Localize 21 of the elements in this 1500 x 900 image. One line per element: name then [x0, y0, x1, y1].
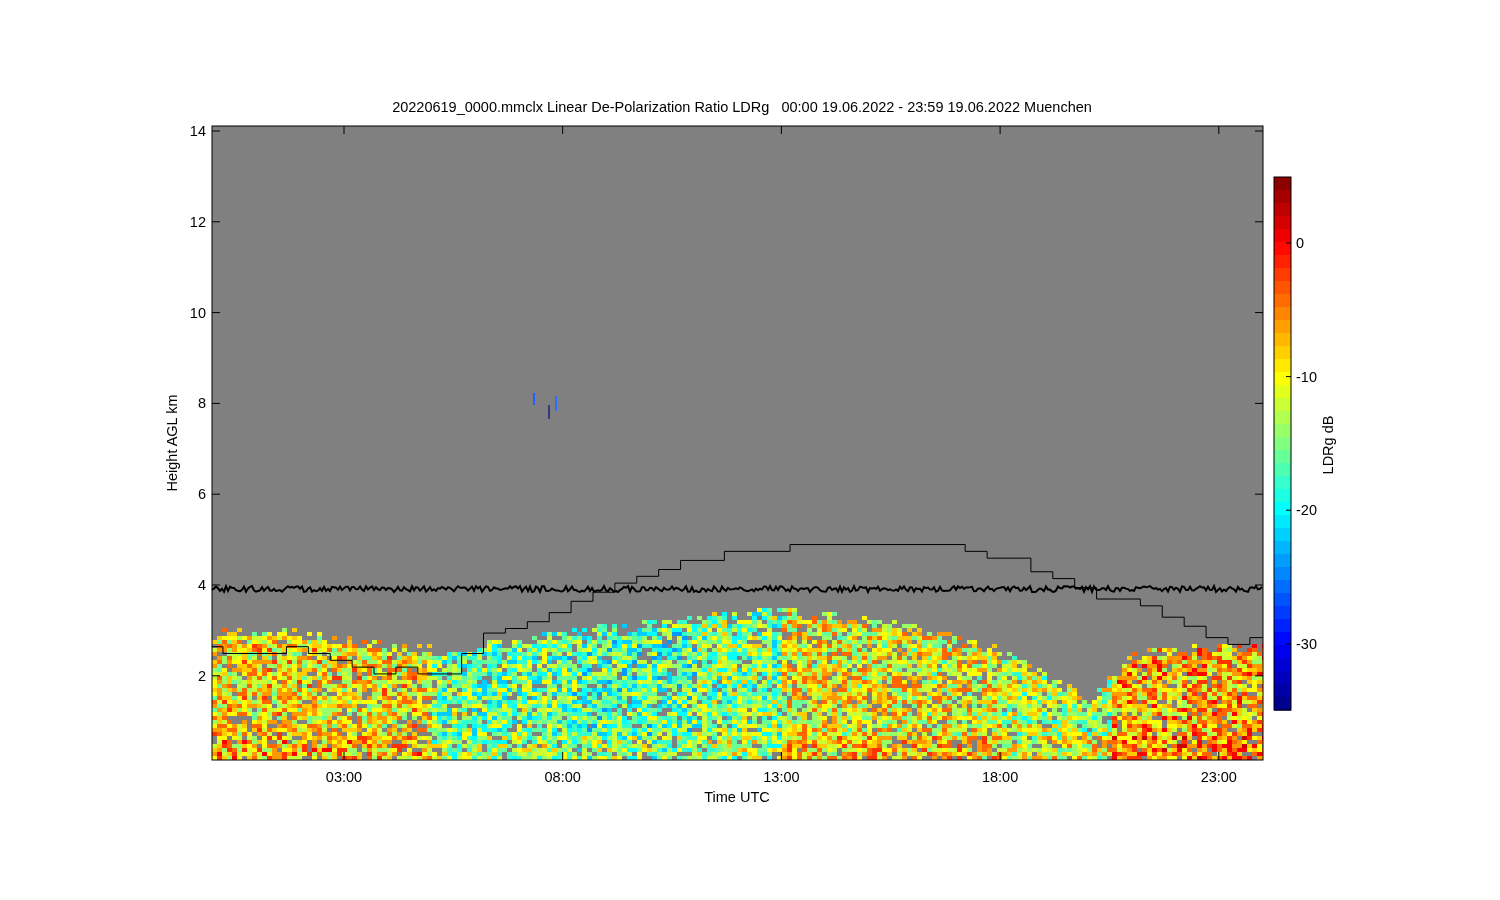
echo-specks [533, 393, 557, 419]
x-tick-label: 23:00 [1200, 769, 1237, 785]
colorbar-tick-label: -10 [1296, 368, 1317, 385]
x-axis-title: Time UTC [704, 789, 770, 805]
y-axis-title: Height AGL km [164, 394, 180, 492]
y-tick-label: 12 [189, 213, 206, 230]
colorbar-tick-label: -20 [1296, 502, 1317, 519]
plot-title: 20220619_0000.mmclx Linear De-Polarization Ratio LDRg 00:00 19.06.2022 - 23:59 19.06.2022 Muenchen [392, 99, 1092, 115]
y-tick-label: 4 [197, 577, 206, 593]
y-tick-label: 2 [197, 667, 206, 684]
colorbar-tick-label: 0 [1296, 235, 1305, 251]
colorbar-title: LDRg dB [1320, 415, 1336, 475]
y-tick-label: 10 [189, 304, 206, 321]
colorbar-tick-label: -30 [1296, 635, 1317, 652]
x-tick-label: 08:00 [544, 769, 581, 785]
y-tick-label: 14 [189, 123, 206, 139]
x-tick-label: 18:00 [981, 769, 1019, 785]
y-tick-label: 8 [197, 395, 206, 412]
y-tick-label: 6 [197, 486, 206, 503]
x-tick-label: 03:00 [325, 769, 363, 785]
x-tick-label: 13:00 [763, 769, 800, 785]
